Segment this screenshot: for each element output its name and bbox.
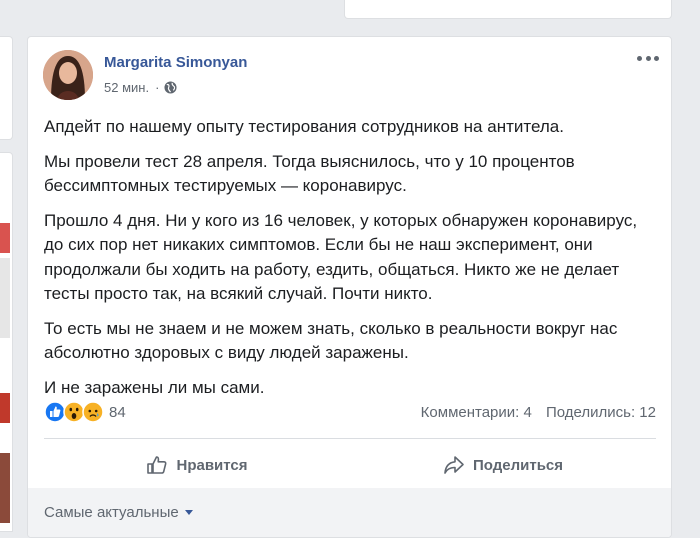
comments-section: Самые актуальные [28, 488, 671, 537]
post-paragraph: Прошло 4 дня. Ни у кого из 16 человек, у… [44, 210, 638, 304]
like-button-label: Нравится [176, 456, 248, 474]
globe-icon[interactable] [164, 81, 177, 94]
left-column-card [0, 36, 13, 140]
post-paragraph: То есть мы не знаем и не можем знать, ск… [44, 318, 618, 363]
post-paragraph: Мы провели тест 28 апреля. Тогда выяснил… [44, 151, 575, 196]
post-time[interactable]: 52 мин. [104, 80, 149, 95]
author-name[interactable]: Margarita Simonyan [104, 54, 247, 71]
more-options-icon[interactable] [637, 51, 659, 65]
post-stats: 84 Комментарии: 4 Поделились: 12 [44, 401, 656, 423]
comments-sort-label: Самые актуальные [44, 504, 179, 521]
post-paragraph: Апдейт по нашему опыту тестирования сотр… [44, 117, 564, 136]
comments-count-link[interactable]: Комментарии: 4 [421, 404, 532, 421]
engagement-counts: Комментарии: 4 Поделились: 12 [421, 404, 656, 421]
caret-down-icon [184, 510, 193, 515]
sad-reaction-icon [82, 401, 104, 423]
comments-sort-dropdown[interactable]: Самые актуальные [44, 504, 193, 521]
post-actions: Нравится Поделиться [44, 444, 656, 486]
stats-divider [44, 438, 656, 439]
reactions-summary[interactable]: 84 [44, 401, 126, 423]
like-button[interactable]: Нравится [44, 444, 350, 486]
author-avatar[interactable] [43, 50, 93, 100]
thumbs-up-icon [147, 456, 167, 474]
reaction-count[interactable]: 84 [109, 404, 126, 421]
share-arrow-icon [444, 456, 464, 474]
post-header: Margarita Simonyan 52 мин. · [28, 37, 671, 107]
share-button-label: Поделиться [472, 456, 564, 474]
left-column-ad-card [0, 152, 13, 532]
post-paragraph: И не заражены ли мы сами. [44, 377, 265, 397]
share-button[interactable]: Поделиться [350, 444, 656, 486]
meta-separator: · [155, 80, 160, 95]
previous-card-edge [344, 0, 672, 19]
post-meta: 52 мин. · [104, 80, 177, 95]
post-body: Апдейт по нашему опыту тестирования сотр… [44, 115, 656, 410]
shares-count-link[interactable]: Поделились: 12 [546, 404, 656, 421]
feed-post: Margarita Simonyan 52 мин. · Апдейт по н… [27, 36, 672, 538]
